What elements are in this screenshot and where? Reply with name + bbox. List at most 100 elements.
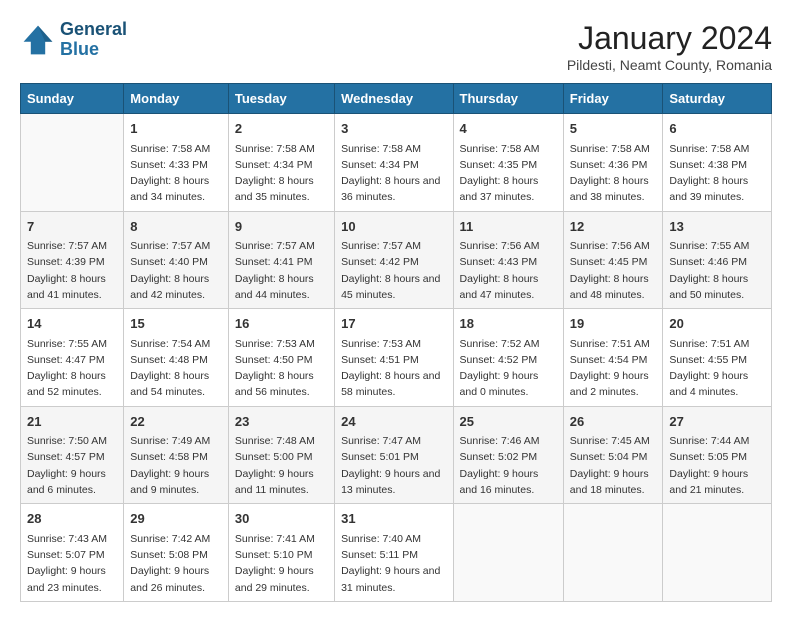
header-day: Thursday xyxy=(453,84,563,114)
calendar-cell: 3Sunrise: 7:58 AMSunset: 4:34 PMDaylight… xyxy=(335,114,453,212)
calendar-subtitle: Pildesti, Neamt County, Romania xyxy=(567,57,772,73)
day-number: 5 xyxy=(570,119,657,139)
logo: General Blue xyxy=(20,20,127,60)
day-number: 14 xyxy=(27,314,117,334)
title-block: January 2024 Pildesti, Neamt County, Rom… xyxy=(567,20,772,73)
calendar-week-row: 21Sunrise: 7:50 AMSunset: 4:57 PMDayligh… xyxy=(21,406,772,504)
page-header: General Blue January 2024 Pildesti, Neam… xyxy=(20,20,772,73)
day-number: 13 xyxy=(669,217,765,237)
day-info: Sunrise: 7:56 AMSunset: 4:43 PMDaylight:… xyxy=(460,238,557,303)
day-number: 2 xyxy=(235,119,328,139)
day-info: Sunrise: 7:55 AMSunset: 4:46 PMDaylight:… xyxy=(669,238,765,303)
calendar-cell xyxy=(663,504,772,602)
day-number: 12 xyxy=(570,217,657,237)
day-info: Sunrise: 7:58 AMSunset: 4:34 PMDaylight:… xyxy=(235,141,328,206)
day-info: Sunrise: 7:44 AMSunset: 5:05 PMDaylight:… xyxy=(669,433,765,498)
day-info: Sunrise: 7:53 AMSunset: 4:50 PMDaylight:… xyxy=(235,336,328,401)
day-number: 6 xyxy=(669,119,765,139)
calendar-cell: 6Sunrise: 7:58 AMSunset: 4:38 PMDaylight… xyxy=(663,114,772,212)
header-row: SundayMondayTuesdayWednesdayThursdayFrid… xyxy=(21,84,772,114)
day-info: Sunrise: 7:57 AMSunset: 4:39 PMDaylight:… xyxy=(27,238,117,303)
calendar-cell: 26Sunrise: 7:45 AMSunset: 5:04 PMDayligh… xyxy=(563,406,663,504)
calendar-cell: 15Sunrise: 7:54 AMSunset: 4:48 PMDayligh… xyxy=(124,309,229,407)
day-number: 10 xyxy=(341,217,446,237)
header-day: Saturday xyxy=(663,84,772,114)
day-info: Sunrise: 7:57 AMSunset: 4:41 PMDaylight:… xyxy=(235,238,328,303)
day-info: Sunrise: 7:57 AMSunset: 4:40 PMDaylight:… xyxy=(130,238,222,303)
calendar-cell: 27Sunrise: 7:44 AMSunset: 5:05 PMDayligh… xyxy=(663,406,772,504)
day-number: 11 xyxy=(460,217,557,237)
day-number: 15 xyxy=(130,314,222,334)
day-number: 25 xyxy=(460,412,557,432)
header-day: Tuesday xyxy=(228,84,334,114)
day-number: 23 xyxy=(235,412,328,432)
day-number: 20 xyxy=(669,314,765,334)
calendar-week-row: 7Sunrise: 7:57 AMSunset: 4:39 PMDaylight… xyxy=(21,211,772,309)
calendar-cell: 11Sunrise: 7:56 AMSunset: 4:43 PMDayligh… xyxy=(453,211,563,309)
day-number: 19 xyxy=(570,314,657,334)
calendar-week-row: 14Sunrise: 7:55 AMSunset: 4:47 PMDayligh… xyxy=(21,309,772,407)
calendar-cell: 8Sunrise: 7:57 AMSunset: 4:40 PMDaylight… xyxy=(124,211,229,309)
calendar-cell: 31Sunrise: 7:40 AMSunset: 5:11 PMDayligh… xyxy=(335,504,453,602)
calendar-cell: 30Sunrise: 7:41 AMSunset: 5:10 PMDayligh… xyxy=(228,504,334,602)
day-number: 27 xyxy=(669,412,765,432)
header-day: Sunday xyxy=(21,84,124,114)
day-info: Sunrise: 7:48 AMSunset: 5:00 PMDaylight:… xyxy=(235,433,328,498)
calendar-cell: 1Sunrise: 7:58 AMSunset: 4:33 PMDaylight… xyxy=(124,114,229,212)
day-info: Sunrise: 7:58 AMSunset: 4:35 PMDaylight:… xyxy=(460,141,557,206)
day-info: Sunrise: 7:53 AMSunset: 4:51 PMDaylight:… xyxy=(341,336,446,401)
calendar-cell xyxy=(563,504,663,602)
day-info: Sunrise: 7:42 AMSunset: 5:08 PMDaylight:… xyxy=(130,531,222,596)
calendar-cell: 22Sunrise: 7:49 AMSunset: 4:58 PMDayligh… xyxy=(124,406,229,504)
day-number: 7 xyxy=(27,217,117,237)
day-info: Sunrise: 7:43 AMSunset: 5:07 PMDaylight:… xyxy=(27,531,117,596)
day-number: 1 xyxy=(130,119,222,139)
calendar-cell: 5Sunrise: 7:58 AMSunset: 4:36 PMDaylight… xyxy=(563,114,663,212)
day-info: Sunrise: 7:51 AMSunset: 4:55 PMDaylight:… xyxy=(669,336,765,401)
calendar-cell: 4Sunrise: 7:58 AMSunset: 4:35 PMDaylight… xyxy=(453,114,563,212)
day-info: Sunrise: 7:50 AMSunset: 4:57 PMDaylight:… xyxy=(27,433,117,498)
day-info: Sunrise: 7:40 AMSunset: 5:11 PMDaylight:… xyxy=(341,531,446,596)
day-number: 26 xyxy=(570,412,657,432)
day-number: 29 xyxy=(130,509,222,529)
day-info: Sunrise: 7:51 AMSunset: 4:54 PMDaylight:… xyxy=(570,336,657,401)
calendar-week-row: 28Sunrise: 7:43 AMSunset: 5:07 PMDayligh… xyxy=(21,504,772,602)
calendar-cell: 24Sunrise: 7:47 AMSunset: 5:01 PMDayligh… xyxy=(335,406,453,504)
day-number: 28 xyxy=(27,509,117,529)
day-info: Sunrise: 7:56 AMSunset: 4:45 PMDaylight:… xyxy=(570,238,657,303)
calendar-cell: 20Sunrise: 7:51 AMSunset: 4:55 PMDayligh… xyxy=(663,309,772,407)
calendar-cell: 19Sunrise: 7:51 AMSunset: 4:54 PMDayligh… xyxy=(563,309,663,407)
day-number: 31 xyxy=(341,509,446,529)
logo-icon xyxy=(20,22,56,58)
day-info: Sunrise: 7:58 AMSunset: 4:38 PMDaylight:… xyxy=(669,141,765,206)
day-number: 24 xyxy=(341,412,446,432)
calendar-cell: 9Sunrise: 7:57 AMSunset: 4:41 PMDaylight… xyxy=(228,211,334,309)
calendar-cell: 14Sunrise: 7:55 AMSunset: 4:47 PMDayligh… xyxy=(21,309,124,407)
day-info: Sunrise: 7:58 AMSunset: 4:34 PMDaylight:… xyxy=(341,141,446,206)
day-info: Sunrise: 7:52 AMSunset: 4:52 PMDaylight:… xyxy=(460,336,557,401)
calendar-cell: 23Sunrise: 7:48 AMSunset: 5:00 PMDayligh… xyxy=(228,406,334,504)
logo-line1: General xyxy=(60,20,127,40)
day-info: Sunrise: 7:58 AMSunset: 4:33 PMDaylight:… xyxy=(130,141,222,206)
day-info: Sunrise: 7:58 AMSunset: 4:36 PMDaylight:… xyxy=(570,141,657,206)
day-info: Sunrise: 7:47 AMSunset: 5:01 PMDaylight:… xyxy=(341,433,446,498)
calendar-cell: 12Sunrise: 7:56 AMSunset: 4:45 PMDayligh… xyxy=(563,211,663,309)
calendar-cell: 7Sunrise: 7:57 AMSunset: 4:39 PMDaylight… xyxy=(21,211,124,309)
day-info: Sunrise: 7:55 AMSunset: 4:47 PMDaylight:… xyxy=(27,336,117,401)
calendar-cell: 16Sunrise: 7:53 AMSunset: 4:50 PMDayligh… xyxy=(228,309,334,407)
calendar-cell: 29Sunrise: 7:42 AMSunset: 5:08 PMDayligh… xyxy=(124,504,229,602)
calendar-cell: 2Sunrise: 7:58 AMSunset: 4:34 PMDaylight… xyxy=(228,114,334,212)
header-day: Monday xyxy=(124,84,229,114)
day-info: Sunrise: 7:54 AMSunset: 4:48 PMDaylight:… xyxy=(130,336,222,401)
header-day: Wednesday xyxy=(335,84,453,114)
day-number: 4 xyxy=(460,119,557,139)
day-info: Sunrise: 7:49 AMSunset: 4:58 PMDaylight:… xyxy=(130,433,222,498)
calendar-title: January 2024 xyxy=(567,20,772,57)
day-number: 9 xyxy=(235,217,328,237)
calendar-table: SundayMondayTuesdayWednesdayThursdayFrid… xyxy=(20,83,772,602)
header-day: Friday xyxy=(563,84,663,114)
calendar-cell: 10Sunrise: 7:57 AMSunset: 4:42 PMDayligh… xyxy=(335,211,453,309)
calendar-cell: 25Sunrise: 7:46 AMSunset: 5:02 PMDayligh… xyxy=(453,406,563,504)
calendar-cell: 17Sunrise: 7:53 AMSunset: 4:51 PMDayligh… xyxy=(335,309,453,407)
calendar-week-row: 1Sunrise: 7:58 AMSunset: 4:33 PMDaylight… xyxy=(21,114,772,212)
